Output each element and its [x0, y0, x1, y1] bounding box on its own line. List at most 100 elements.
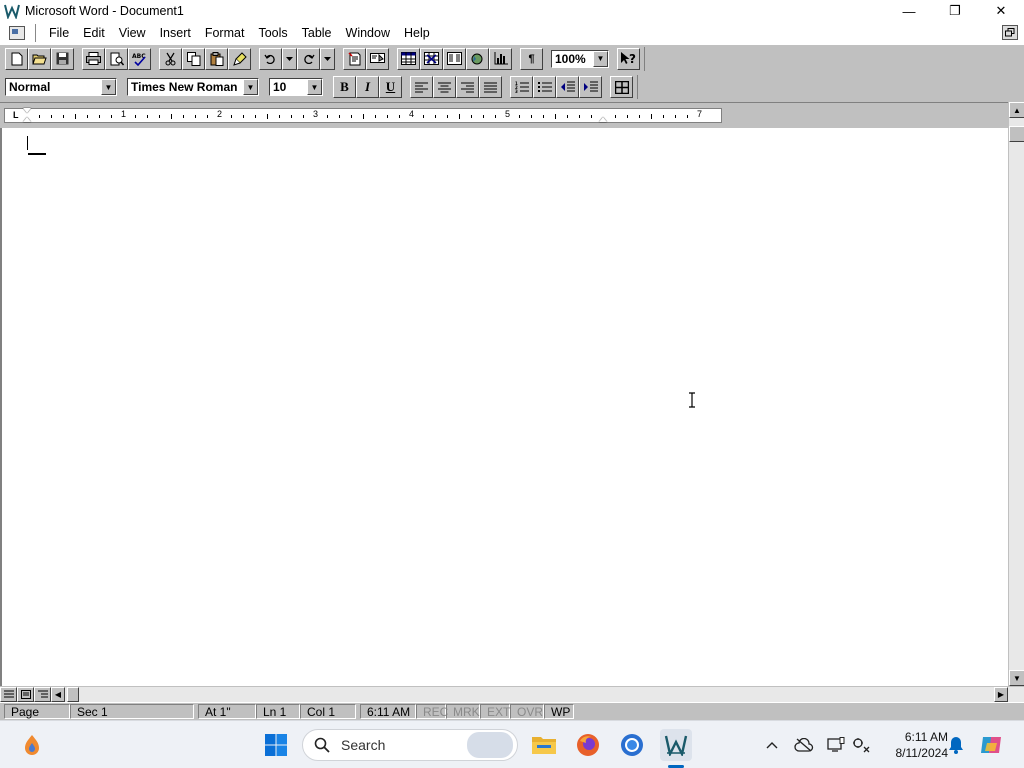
align-center-button[interactable] — [433, 76, 456, 98]
ruler-tick — [183, 115, 184, 118]
scroll-right-button[interactable]: ▶ — [994, 687, 1008, 702]
cloud-offline-icon[interactable] — [792, 733, 816, 757]
word-app-icon[interactable] — [3, 2, 21, 20]
insert-chart-button[interactable] — [489, 47, 512, 70]
chevron-up-icon[interactable] — [760, 733, 784, 757]
scroll-left-button[interactable]: ◀ — [51, 687, 65, 702]
chevron-down-icon[interactable]: ▼ — [307, 79, 322, 95]
menu-insert[interactable]: Insert — [153, 26, 198, 40]
insert-picture-button[interactable] — [466, 47, 489, 70]
outline-view-button[interactable] — [34, 687, 51, 702]
chevron-down-icon[interactable]: ▼ — [593, 50, 608, 67]
font-combo[interactable]: Times New Roman ▼ — [127, 78, 259, 96]
status-wp[interactable]: WP — [544, 704, 574, 719]
taskbar: Search 6:11 AM 8/11/2024 — [0, 720, 1024, 768]
decrease-indent-button[interactable] — [556, 76, 579, 98]
columns-button[interactable] — [443, 47, 466, 70]
insert-addresses-button[interactable] — [366, 47, 389, 70]
insert-table-button[interactable] — [397, 47, 420, 70]
paste-button[interactable] — [205, 47, 228, 70]
scroll-up-button[interactable]: ▲ — [1009, 102, 1024, 118]
menu-help[interactable]: Help — [397, 26, 437, 40]
normal-view-button[interactable] — [0, 687, 17, 702]
menu-window[interactable]: Window — [339, 26, 397, 40]
network-volume-icon[interactable] — [850, 733, 874, 757]
vertical-scroll-thumb[interactable] — [1009, 126, 1024, 142]
scroll-down-button[interactable]: ▼ — [1009, 670, 1024, 686]
tab-type-selector[interactable]: L — [13, 110, 19, 120]
firefox-icon[interactable] — [572, 729, 604, 761]
vertical-scrollbar[interactable]: ▲ ▼ — [1008, 102, 1024, 686]
menu-table[interactable]: Table — [295, 26, 339, 40]
status-mrk[interactable]: MRK — [446, 704, 480, 719]
ruler-tick — [531, 115, 532, 118]
align-left-button[interactable] — [410, 76, 433, 98]
horizontal-scrollbar[interactable]: ◀ ▶ — [0, 686, 1024, 702]
status-ovr[interactable]: OVR — [510, 704, 544, 719]
justify-button[interactable] — [479, 76, 502, 98]
ruler-bar[interactable]: L 1 2 3 4 5 7 — [4, 108, 722, 123]
cut-button[interactable] — [159, 47, 182, 70]
increase-indent-button[interactable] — [579, 76, 602, 98]
underline-button[interactable]: U — [379, 76, 402, 98]
display-icon[interactable] — [824, 733, 848, 757]
align-right-button[interactable] — [456, 76, 479, 98]
status-ext[interactable]: EXT — [480, 704, 510, 719]
document-control-icon[interactable] — [9, 26, 25, 40]
widgets-icon[interactable] — [16, 729, 48, 761]
left-indent-marker[interactable] — [23, 117, 31, 122]
format-painter-button[interactable] — [228, 47, 251, 70]
show-hide-button[interactable]: ¶ — [520, 47, 543, 70]
close-button[interactable]: ✕ — [978, 0, 1024, 22]
autoformat-button[interactable] — [343, 47, 366, 70]
system-clock[interactable]: 6:11 AM 8/11/2024 — [876, 729, 949, 761]
undo-dropdown-button[interactable] — [282, 47, 297, 70]
menu-file[interactable]: File — [42, 26, 76, 40]
italic-button[interactable]: I — [356, 76, 379, 98]
open-button[interactable] — [28, 47, 51, 70]
menu-format[interactable]: Format — [198, 26, 252, 40]
chevron-down-icon[interactable]: ▼ — [101, 79, 116, 95]
first-line-indent-marker[interactable] — [23, 108, 31, 113]
copy-button[interactable] — [182, 47, 205, 70]
help-button[interactable]: ? — [617, 47, 640, 70]
save-button[interactable] — [51, 47, 74, 70]
print-button[interactable] — [82, 47, 105, 70]
redo-button[interactable] — [297, 47, 320, 70]
menu-tools[interactable]: Tools — [251, 26, 294, 40]
insert-spreadsheet-button[interactable] — [420, 47, 443, 70]
redo-dropdown-button[interactable] — [320, 47, 335, 70]
bulleted-list-button[interactable] — [533, 76, 556, 98]
font-size-combo[interactable]: 10 ▼ — [269, 78, 323, 96]
style-combo[interactable]: Normal ▼ — [5, 78, 117, 96]
borders-button[interactable] — [610, 76, 633, 98]
document-restore-button[interactable] — [1002, 25, 1018, 40]
numbered-list-button[interactable]: 123 — [510, 76, 533, 98]
chevron-down-icon[interactable]: ▼ — [243, 79, 258, 95]
file-explorer-icon[interactable] — [528, 729, 560, 761]
word-taskbar-icon[interactable] — [660, 729, 692, 761]
notification-bell-icon[interactable] — [944, 733, 968, 757]
status-rec[interactable]: REC — [416, 704, 448, 719]
maximize-button[interactable]: ❐ — [932, 0, 978, 22]
minimize-button[interactable]: — — [886, 0, 932, 22]
taskbar-search[interactable]: Search — [302, 729, 518, 761]
undo-button[interactable] — [259, 47, 282, 70]
menu-edit[interactable]: Edit — [76, 26, 112, 40]
chrome-icon[interactable] — [616, 729, 648, 761]
horizontal-ruler[interactable]: L 1 2 3 4 5 7 — [0, 102, 1010, 128]
document-editing-area[interactable] — [0, 128, 1008, 686]
spelling-button[interactable]: ABC — [128, 47, 151, 70]
horizontal-scroll-thumb[interactable] — [67, 687, 79, 702]
page-layout-view-button[interactable] — [17, 687, 34, 702]
print-preview-button[interactable] — [105, 47, 128, 70]
right-indent-marker[interactable] — [599, 117, 607, 122]
new-document-button[interactable] — [5, 47, 28, 70]
menu-view[interactable]: View — [112, 26, 153, 40]
zoom-combo[interactable]: 100% ▼ — [551, 49, 609, 68]
bold-button[interactable]: B — [333, 76, 356, 98]
normal-view-icon — [3, 690, 14, 698]
start-button[interactable] — [260, 729, 292, 761]
horizontal-scroll-track[interactable]: ◀ ▶ — [51, 687, 1024, 702]
copilot-icon[interactable] — [978, 733, 1006, 757]
